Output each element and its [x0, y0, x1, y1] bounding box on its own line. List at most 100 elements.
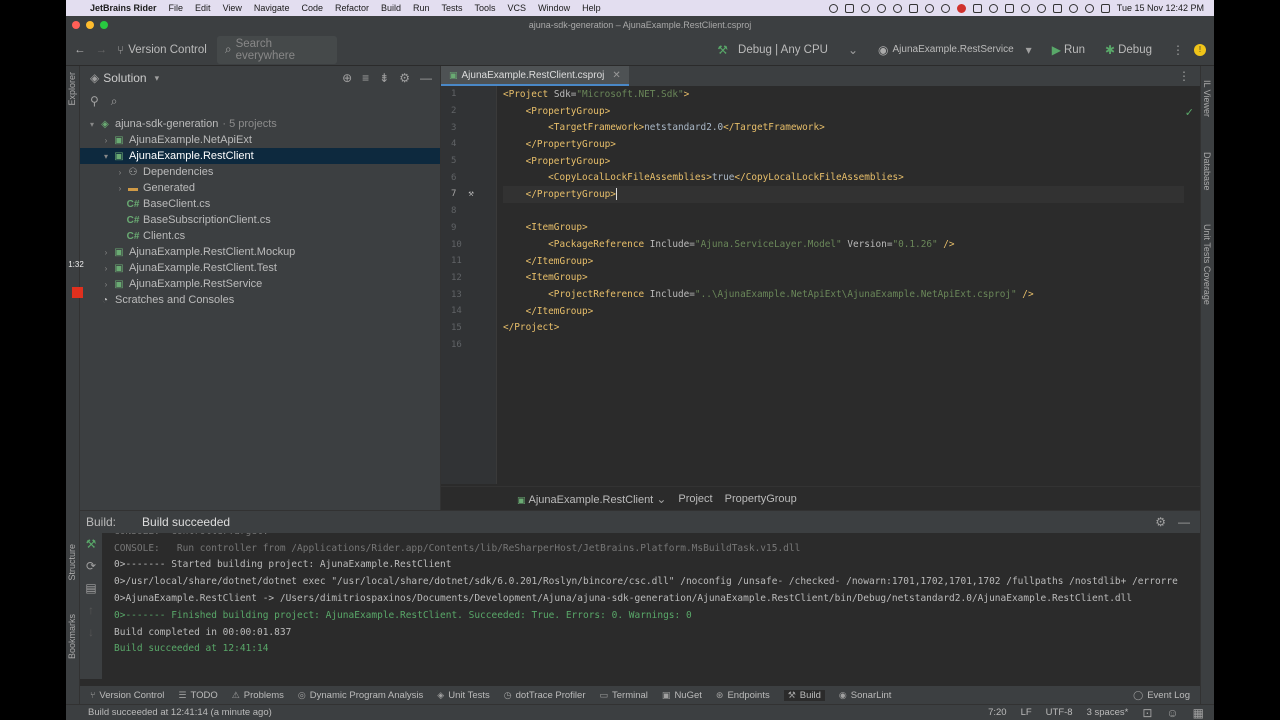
line-number[interactable]: 1 [441, 86, 496, 103]
code-line[interactable]: <CopyLocalLockFileAssemblies> true </CopyL… [503, 169, 1184, 186]
line-number[interactable]: 9 [441, 220, 496, 237]
breadcrumb-project[interactable]: ▣ AjunaExample.RestClient ⌄ [517, 492, 666, 506]
line-number[interactable]: 2 [441, 103, 496, 120]
tree-item[interactable]: › ▣ AjunaExample.NetApiExt [80, 132, 440, 148]
debug-button[interactable]: ✱ Debug [1105, 43, 1152, 57]
tray-icon[interactable] [956, 3, 966, 13]
line-number[interactable]: 15 [441, 320, 496, 337]
build-hammer-icon[interactable]: ⚒ [80, 537, 102, 551]
control-center-icon[interactable] [1100, 3, 1110, 13]
hide-icon[interactable]: — [1178, 515, 1190, 529]
code-line[interactable]: <PropertyGroup> [503, 153, 1184, 170]
chevron-right-icon[interactable]: › [100, 136, 112, 145]
hammer-icon[interactable]: ⚒ [468, 189, 473, 199]
code-line[interactable]: <PackageReference Include= "Ajuna.Service… [503, 236, 1184, 253]
collapse-all-icon[interactable]: ⇟ [379, 71, 389, 85]
gear-icon[interactable]: ⚙ [1155, 515, 1166, 529]
menu-run[interactable]: Run [413, 3, 430, 13]
line-number[interactable]: 4 [441, 136, 496, 153]
indent-setting[interactable]: 3 spaces* [1087, 707, 1129, 718]
layout-icon[interactable]: ▤ [80, 581, 102, 595]
code-line[interactable]: </Project> [503, 320, 1184, 337]
stop-recording-button[interactable] [72, 287, 83, 298]
caret-position[interactable]: 7:20 [988, 707, 1007, 718]
notification-icon[interactable]: ! [1194, 43, 1206, 56]
code-line[interactable]: <Project Sdk= "Microsoft.NET.Sdk" > [503, 86, 1184, 103]
hide-icon[interactable]: — [420, 71, 432, 85]
menu-window[interactable]: Window [538, 3, 570, 13]
line-number[interactable]: 16 [441, 336, 496, 353]
code-line[interactable]: <ItemGroup> [503, 270, 1184, 287]
tray-icon[interactable] [844, 3, 854, 13]
chevron-right-icon[interactable]: › [114, 184, 126, 193]
tray-icon[interactable] [828, 3, 838, 13]
line-number[interactable]: 3 [441, 119, 496, 136]
tree-item[interactable]: ▾ ◈ ajuna-sdk-generation · 5 projects [80, 116, 440, 132]
code-line[interactable]: </PropertyGroup> [503, 186, 1184, 203]
menu-tests[interactable]: Tests [442, 3, 463, 13]
tree-item[interactable]: › ▬ Generated [80, 180, 440, 196]
tool-tab-terminal[interactable]: ▭ Terminal [600, 690, 648, 701]
tray-icon[interactable] [908, 3, 918, 13]
tray-icon[interactable] [988, 3, 998, 13]
tool-tab-dynamic-program-analysis[interactable]: ◎ Dynamic Program Analysis [298, 690, 423, 701]
more-options-icon[interactable]: ⋮ [1172, 43, 1184, 57]
tool-tab-todo[interactable]: ☰ TODO [178, 690, 217, 701]
explorer-tab[interactable]: Explorer [67, 72, 77, 106]
menu-navigate[interactable]: Navigate [254, 3, 290, 13]
tool-tab-endpoints[interactable]: ⊛ Endpoints [716, 690, 770, 701]
configuration-selector[interactable]: Debug | Any CPU ⌄ [738, 43, 858, 57]
up-arrow-icon[interactable]: ↑ [80, 603, 102, 617]
tray-icon[interactable] [924, 3, 934, 13]
chevron-right-icon[interactable]: › [100, 248, 112, 257]
code-line[interactable]: <ItemGroup> [503, 220, 1184, 237]
line-number[interactable]: 13 [441, 286, 496, 303]
tool-tab-dottrace-profiler[interactable]: ◷ dotTrace Profiler [504, 690, 586, 701]
memory-icon[interactable]: ▦ [1193, 706, 1204, 720]
tree-item[interactable]: C# BaseSubscriptionClient.cs [80, 212, 440, 228]
code-line[interactable]: </ItemGroup> [503, 303, 1184, 320]
build-hammer-icon[interactable]: ⚒ [717, 43, 728, 57]
app-menu[interactable]: JetBrains Rider [90, 3, 157, 13]
code-line[interactable]: <TargetFramework> netstandard2.0 </TargetF… [503, 119, 1184, 136]
code-line[interactable] [503, 336, 1184, 353]
code-line[interactable]: <ProjectReference Include= "..\AjunaExamp… [503, 286, 1184, 303]
run-target-selector[interactable]: ◉ AjunaExample.RestService ▾ [878, 43, 1032, 57]
line-number[interactable]: 8 [441, 203, 496, 220]
line-number[interactable]: 10 [441, 236, 496, 253]
database-tab[interactable]: Database [1202, 152, 1212, 191]
tray-icon[interactable] [860, 3, 870, 13]
tray-icon[interactable] [972, 3, 982, 13]
menu-tools[interactable]: Tools [475, 3, 496, 13]
menu-vcs[interactable]: VCS [508, 3, 527, 13]
breadcrumb-item[interactable]: PropertyGroup [725, 493, 797, 505]
build-tab[interactable]: Build succeeded [142, 515, 230, 529]
version-control-button[interactable]: ⑂ Version Control [117, 43, 207, 57]
tree-item[interactable]: ▾ ▣ AjunaExample.RestClient [80, 148, 440, 164]
menu-file[interactable]: File [169, 3, 184, 13]
menubar-clock[interactable]: Tue 15 Nov 12:42 PM [1117, 3, 1204, 13]
tray-icon[interactable] [1020, 3, 1030, 13]
search-icon[interactable] [1084, 3, 1094, 13]
line-separator[interactable]: LF [1021, 707, 1032, 718]
code-line[interactable] [503, 203, 1184, 220]
code-line[interactable]: </PropertyGroup> [503, 136, 1184, 153]
chevron-right-icon[interactable]: › [100, 280, 112, 289]
status-message[interactable]: Build succeeded at 12:41:14 (a minute ag… [88, 707, 272, 718]
menu-help[interactable]: Help [582, 3, 601, 13]
tree-item[interactable]: › ▣ AjunaExample.RestService [80, 276, 440, 292]
forward-arrow-icon[interactable]: → [96, 44, 108, 56]
tray-icon[interactable] [876, 3, 886, 13]
menu-edit[interactable]: Edit [195, 3, 211, 13]
rebuild-icon[interactable]: ⟳ [80, 559, 102, 573]
tree-item[interactable]: › ⚇ Dependencies [80, 164, 440, 180]
menu-refactor[interactable]: Refactor [335, 3, 369, 13]
gear-icon[interactable]: ⚙ [399, 71, 410, 85]
tool-tab-build[interactable]: ⚒ Build [783, 689, 825, 701]
tool-tab-sonarlint[interactable]: ◉ SonarLint [839, 690, 892, 701]
breadcrumb-item[interactable]: Project [678, 493, 712, 505]
line-number[interactable]: 12 [441, 270, 496, 287]
tool-tab-unit-tests[interactable]: ◈ Unit Tests [437, 690, 489, 701]
tray-icon[interactable] [1036, 3, 1046, 13]
search-everywhere-field[interactable]: ⌕ Search everywhere [216, 35, 337, 64]
